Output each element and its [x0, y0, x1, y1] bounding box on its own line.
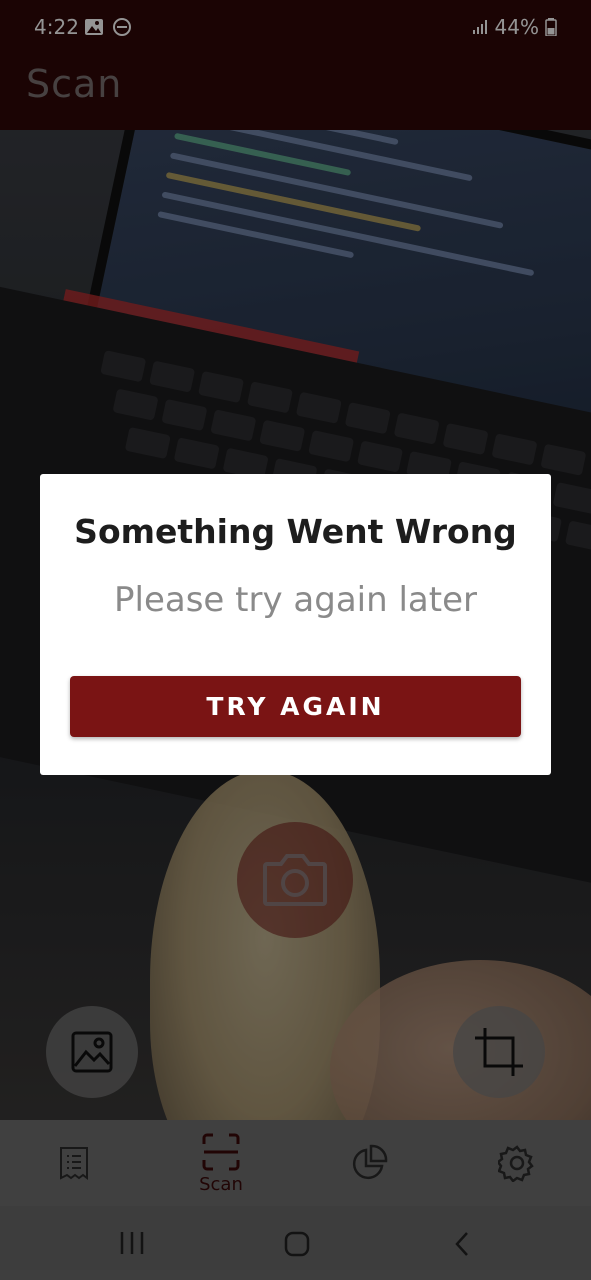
- page-title: Scan: [26, 62, 123, 106]
- try-again-button[interactable]: TRY AGAIN: [70, 676, 521, 737]
- recent-apps-icon[interactable]: [118, 1230, 146, 1256]
- system-navigation-bar: [0, 1206, 591, 1280]
- nav-item-stats[interactable]: [309, 1120, 429, 1206]
- signal-icon: [472, 20, 487, 34]
- nav-item-receipts[interactable]: [14, 1120, 134, 1206]
- gear-icon: [498, 1145, 534, 1182]
- nav-item-scan[interactable]: Scan: [161, 1120, 281, 1206]
- status-bar: 4:22 44%: [0, 0, 591, 56]
- crop-icon: [475, 1028, 523, 1076]
- gallery-button[interactable]: [46, 1006, 138, 1098]
- image-notification-icon: [85, 19, 103, 35]
- nav-item-settings[interactable]: [457, 1120, 577, 1206]
- status-time: 4:22: [34, 15, 79, 39]
- error-dialog: Something Went Wrong Please try again la…: [40, 474, 551, 775]
- receipt-icon: [60, 1147, 88, 1180]
- shutter-button[interactable]: [237, 822, 353, 938]
- image-icon: [71, 1031, 113, 1073]
- crop-button[interactable]: [453, 1006, 545, 1098]
- back-icon[interactable]: [452, 1230, 472, 1258]
- pie-chart-icon: [352, 1144, 388, 1180]
- battery-icon: [545, 18, 557, 36]
- scan-icon: [202, 1133, 240, 1170]
- status-notification-icons: [84, 17, 132, 37]
- do-not-disturb-icon: [113, 18, 131, 36]
- dialog-title: Something Went Wrong: [74, 512, 517, 551]
- bottom-navigation: Scan: [0, 1120, 591, 1206]
- battery-percent: 44%: [494, 15, 539, 39]
- dialog-message: Please try again later: [114, 580, 477, 620]
- nav-label-scan: Scan: [199, 1173, 243, 1195]
- app-bar: Scan: [0, 56, 591, 130]
- home-icon[interactable]: [283, 1230, 311, 1258]
- camera-icon: [263, 854, 327, 906]
